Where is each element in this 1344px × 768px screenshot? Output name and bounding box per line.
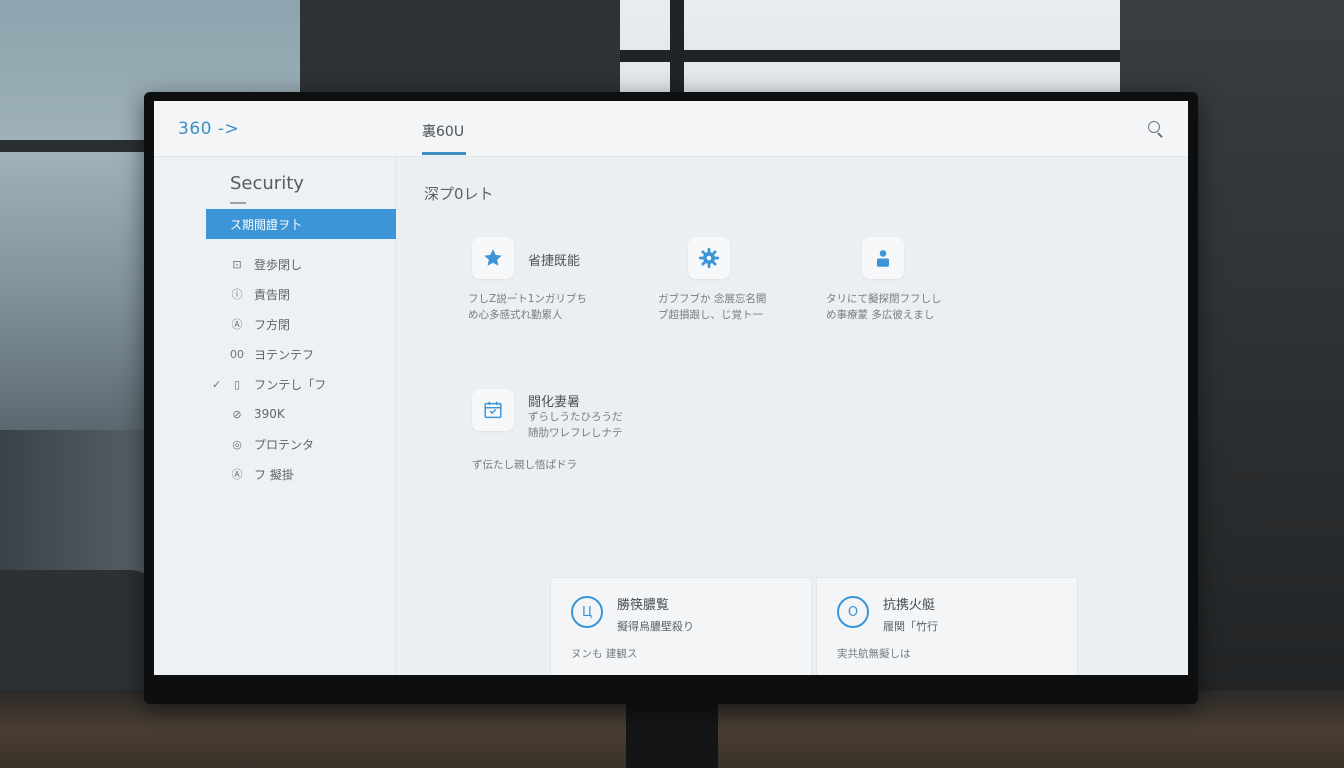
card-title: 闘化妻暑 bbox=[528, 395, 581, 410]
sidebar-item-label: 390K bbox=[254, 407, 285, 421]
search-icon[interactable] bbox=[1146, 119, 1166, 139]
panel-subtitle: 擬得烏膿壁殺り bbox=[617, 620, 694, 633]
sidebar-title-divider bbox=[230, 202, 246, 204]
sidebar-item-label: ス期閲證ヲ卜 bbox=[230, 217, 303, 232]
sidebar-item-4[interactable]: 00 ヨテンテフ bbox=[206, 339, 396, 369]
panel-title: 抗携火艇 bbox=[883, 598, 936, 613]
sidebar-item-label: ヨテンテフ bbox=[254, 347, 315, 362]
device-icon: ▯ bbox=[233, 377, 241, 391]
sidebar-item-6[interactable]: ⊘ 390K bbox=[206, 399, 396, 429]
card-desc-line: ずらしうたひろうだ bbox=[528, 411, 623, 423]
sidebar-item-label: 登歩閉し bbox=[254, 257, 303, 272]
monitor: 360 -> 裏60U Security ス期閲證ヲ卜 ⊡ 登歩閉し ⓘ 責告閉 bbox=[144, 92, 1198, 704]
blocked-icon: ⊘ bbox=[232, 407, 242, 421]
panel-title: 勝筷膿覧 bbox=[617, 598, 670, 613]
sidebar-item-label: フ 擬掛 bbox=[254, 467, 294, 482]
card-footer: ず伝たし親し悟ぱドラ bbox=[472, 459, 577, 471]
calendar-icon bbox=[472, 389, 514, 431]
sidebar: Security ス期閲證ヲ卜 ⊡ 登歩閉し ⓘ 責告閉 Ⓐ フ方閉 00 ヨテ… bbox=[154, 157, 396, 675]
card-title: 省捷既能 bbox=[528, 254, 581, 269]
user-icon bbox=[862, 237, 904, 279]
tab-active-indicator bbox=[422, 152, 466, 155]
sidebar-item-label: 責告閉 bbox=[254, 287, 291, 302]
sidebar-item-7[interactable]: ◎ プロテンタ bbox=[206, 429, 396, 459]
sidebar-item-1[interactable]: ⊡ 登歩閉し bbox=[206, 249, 396, 279]
sidebar-nav: ス期閲證ヲ卜 ⊡ 登歩閉し ⓘ 責告閉 Ⓐ フ方閉 00 ヨテンテフ ✓ ▯ フ… bbox=[206, 209, 396, 489]
panel-footer: 実共航無擬しは bbox=[837, 648, 911, 660]
power-icon: Ο bbox=[837, 596, 869, 628]
sidebar-item-3[interactable]: Ⓐ フ方閉 bbox=[206, 309, 396, 339]
star-icon bbox=[472, 237, 514, 279]
sidebar-item-label: フ方閉 bbox=[254, 317, 291, 332]
sidebar-title: Security bbox=[230, 173, 304, 194]
double-circle-icon: 00 bbox=[230, 347, 244, 361]
sidebar-item-5[interactable]: ✓ ▯ フンテし「フ bbox=[206, 369, 396, 399]
bottom-panel-2[interactable]: Ο 抗携火艇 履関「竹行 実共航無擬しは bbox=[816, 577, 1078, 675]
tab-main[interactable]: 裏60U bbox=[422, 121, 464, 141]
panel-subtitle: 履関「竹行 bbox=[883, 620, 938, 633]
card-desc-line: 随肋ワレフレしナテ bbox=[528, 427, 623, 439]
feature-card-4[interactable]: 闘化妻暑 ずらしうたひろうだ 随肋ワレフレしナテ ず伝たし親し悟ぱドラ bbox=[472, 389, 642, 473]
card-desc-line: タリにて擬探閉フフしし bbox=[826, 293, 942, 305]
panel-footer: ヌンも 建観ス bbox=[571, 648, 638, 660]
sidebar-item-2[interactable]: ⓘ 責告閉 bbox=[206, 279, 396, 309]
card-desc-line: め事療蒙 多広彼えまし bbox=[826, 309, 935, 321]
monitor-stand bbox=[626, 700, 718, 768]
info-icon: ⓘ bbox=[231, 288, 243, 301]
app-window: 360 -> 裏60U Security ス期閲證ヲ卜 ⊡ 登歩閉し ⓘ 責告閉 bbox=[154, 101, 1188, 675]
background-chair bbox=[0, 570, 160, 690]
circle-a-icon: Ⓐ bbox=[231, 318, 243, 331]
target-icon: ◎ bbox=[232, 437, 242, 451]
bottom-panel-1[interactable]: Ц 勝筷膿覧 擬得烏膿壁殺り ヌンも 建観ス bbox=[550, 577, 812, 675]
card-desc-line: フしZ説ー゙ト1ンガリブち bbox=[468, 293, 587, 305]
section-title: 深プ0レト bbox=[424, 185, 494, 203]
window-icon: ⊡ bbox=[232, 257, 242, 271]
shield-icon: Ц bbox=[571, 596, 603, 628]
sidebar-item-label: フンテし「フ bbox=[254, 377, 327, 392]
checkmark-icon: ✓ bbox=[212, 377, 222, 391]
sidebar-item-8[interactable]: Ⓐ フ 擬掛 bbox=[206, 459, 396, 489]
feature-card-1[interactable]: 省捷既能 フしZ説ー゙ト1ンガリブち め心多感式れ勤累人 bbox=[468, 237, 642, 323]
card-desc-line: め心多感式れ勤累人 bbox=[468, 309, 563, 321]
circle-a-icon: Ⓐ bbox=[231, 468, 243, 481]
sidebar-item-active[interactable]: ス期閲證ヲ卜 bbox=[206, 209, 396, 239]
brand-logo[interactable]: 360 -> bbox=[178, 119, 239, 139]
gear-icon bbox=[688, 237, 730, 279]
sidebar-item-label: プロテンタ bbox=[254, 437, 315, 452]
top-bar: 360 -> 裏60U bbox=[154, 101, 1188, 157]
feature-card-3[interactable]: タリにて擬探閉フフしし め事療蒙 多広彼えまし bbox=[826, 237, 1032, 323]
